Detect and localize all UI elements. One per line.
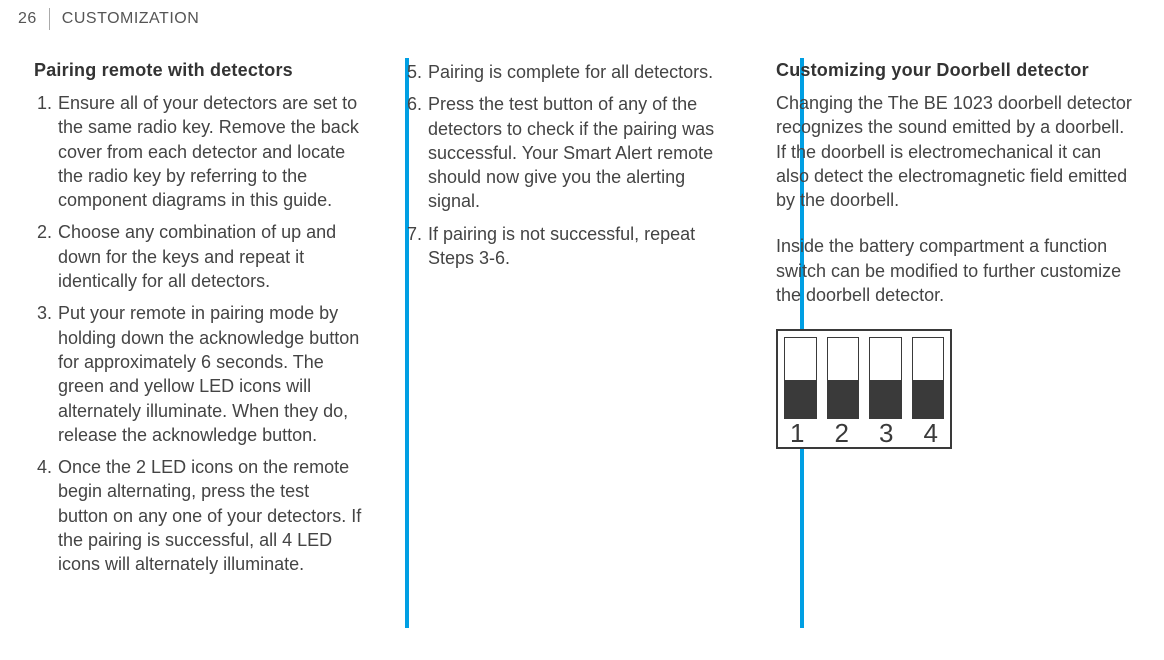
heading-customizing: Customizing your Doorbell detector — [776, 60, 1134, 81]
list-item: 2. Choose any combination of up and down… — [34, 220, 364, 293]
list-item: 3. Put your remote in pairing mode by ho… — [34, 301, 364, 447]
list-number: 1. — [34, 91, 58, 212]
page-number: 26 — [18, 10, 37, 28]
list-number: 6. — [404, 92, 428, 213]
list-number: 4. — [34, 455, 58, 576]
page-header: 26 CUSTOMIZATION — [0, 0, 1164, 38]
list-number: 7. — [404, 222, 428, 271]
list-number: 2. — [34, 220, 58, 293]
page: 26 CUSTOMIZATION Pairing remote with det… — [0, 0, 1164, 660]
dip-label: 1 — [790, 419, 804, 448]
dip-switch-row — [784, 337, 944, 418]
list-item: 4. Once the 2 LED icons on the remote be… — [34, 455, 364, 576]
list-item: 5. Pairing is complete for all detectors… — [404, 60, 736, 84]
section-title: CUSTOMIZATION — [62, 10, 199, 28]
list-text: Put your remote in pairing mode by holdi… — [58, 301, 364, 447]
dip-switch-2 — [827, 337, 860, 418]
list-text: Ensure all of your detectors are set to … — [58, 91, 364, 212]
list-text: Once the 2 LED icons on the remote begin… — [58, 455, 364, 576]
dip-switch-1 — [784, 337, 817, 418]
heading-pairing: Pairing remote with detectors — [34, 60, 364, 81]
dip-switch-4 — [912, 337, 945, 418]
list-text: Press the test button of any of the dete… — [428, 92, 736, 213]
dip-switch-frame: 1 2 3 4 — [776, 329, 952, 449]
header-separator — [49, 8, 50, 30]
pairing-steps-list-cont: 5. Pairing is complete for all detectors… — [404, 60, 736, 270]
dip-switch-labels: 1 2 3 4 — [784, 419, 944, 448]
list-text: Pairing is complete for all detectors. — [428, 60, 736, 84]
dip-label: 3 — [879, 419, 893, 448]
column-1: Pairing remote with detectors 1. Ensure … — [34, 60, 392, 585]
paragraph: Inside the battery compartment a functio… — [776, 234, 1134, 307]
pairing-steps-list: 1. Ensure all of your detectors are set … — [34, 91, 364, 577]
dip-switch-diagram: 1 2 3 4 — [776, 329, 1134, 449]
dip-label: 2 — [835, 419, 849, 448]
list-item: 7. If pairing is not successful, repeat … — [404, 222, 736, 271]
list-item: 1. Ensure all of your detectors are set … — [34, 91, 364, 212]
dip-switch-3 — [869, 337, 902, 418]
dip-label: 4 — [924, 419, 938, 448]
column-3: Customizing your Doorbell detector Chang… — [764, 60, 1134, 585]
column-2: 5. Pairing is complete for all detectors… — [392, 60, 764, 585]
list-number: 3. — [34, 301, 58, 447]
paragraph: Changing the The BE 1023 doorbell detect… — [776, 91, 1134, 212]
list-number: 5. — [404, 60, 428, 84]
list-item: 6. Press the test button of any of the d… — [404, 92, 736, 213]
columns: Pairing remote with detectors 1. Ensure … — [0, 38, 1164, 585]
list-text: If pairing is not successful, repeat Ste… — [428, 222, 736, 271]
list-text: Choose any combination of up and down fo… — [58, 220, 364, 293]
